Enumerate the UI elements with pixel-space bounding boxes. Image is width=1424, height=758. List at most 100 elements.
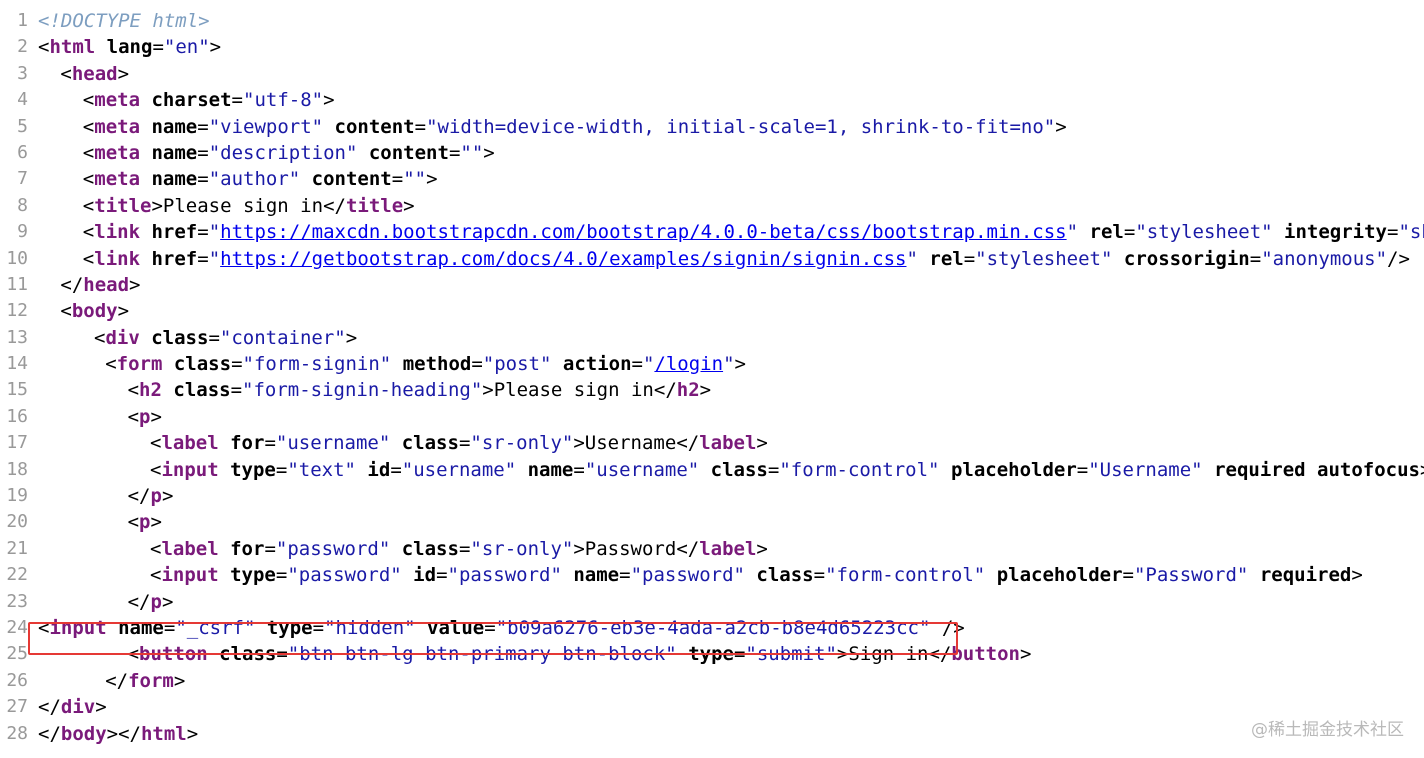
- code-lines: 1 <!DOCTYPE html> 2 <html lang="en"> 3 <head>…: [0, 8, 1424, 747]
- attribute-name: class: [173, 379, 231, 402]
- text-token: Please sign in: [162, 194, 324, 217]
- equals-token: =: [1123, 221, 1136, 244]
- bracket-token: <: [105, 353, 117, 376]
- attribute-value: "author": [208, 168, 301, 191]
- attribute-value: "post": [482, 353, 552, 376]
- line-number: 28: [6, 722, 28, 744]
- bracket-token: <: [82, 89, 95, 112]
- line-number: 4: [17, 89, 28, 111]
- attribute-name: value: [427, 616, 485, 639]
- code-text: <label for="password" class="sr-only">Pa…: [38, 536, 768, 562]
- code-text: <title>Please sign in</title>: [38, 193, 415, 219]
- attribute-value: "form-signin-heading": [242, 379, 483, 402]
- code-line: 14 <form class="form-signin" method="post…: [0, 351, 1424, 377]
- attribute-name: charset: [151, 89, 232, 112]
- bracket-token: </: [105, 669, 129, 692]
- bracket-token: </: [323, 194, 346, 217]
- code-line: 16 <p>: [0, 404, 1424, 430]
- equals-token: =: [471, 353, 483, 376]
- attribute-value: "stylesheet": [1135, 221, 1273, 244]
- tag-name: meta: [94, 168, 141, 191]
- attribute-value: "description": [208, 141, 358, 164]
- code-line: 17 <label for="username" class="sr-only">…: [0, 430, 1424, 456]
- code-line: 13 <div class="container">: [0, 325, 1424, 351]
- attribute-name: lang: [106, 36, 153, 59]
- bracket-token: >: [403, 194, 415, 217]
- url-link[interactable]: https://getbootstrap.com/docs/4.0/exampl…: [220, 248, 906, 270]
- attribute-name: type: [230, 564, 276, 587]
- bracket-token: </: [127, 485, 151, 508]
- bracket-token: <: [82, 168, 95, 191]
- code-text: <button class="btn btn-lg btn-primary bt…: [38, 641, 1032, 667]
- attribute-name: id: [413, 564, 437, 587]
- attribute-value: "Username": [1088, 458, 1203, 481]
- line-number: 14: [6, 353, 28, 375]
- attribute-value: "en": [163, 36, 210, 59]
- attribute-name: required: [1259, 564, 1352, 587]
- attribute-value: "username": [275, 432, 391, 455]
- equals-token: =: [631, 353, 643, 376]
- code-line: 4 <meta charset="utf-8">: [0, 87, 1424, 113]
- bracket-token: </: [38, 722, 61, 745]
- attribute-name: content: [334, 115, 415, 138]
- code-text: <p>: [38, 509, 162, 535]
- equals-token: =: [963, 247, 976, 270]
- line-number: 26: [6, 669, 28, 691]
- tag-name: html: [140, 722, 187, 745]
- line-number: 22: [6, 564, 28, 586]
- line-number: 13: [6, 326, 28, 348]
- code-line: 26 </form>: [0, 668, 1424, 694]
- url-link[interactable]: /login: [654, 353, 723, 375]
- equals-token: =: [231, 89, 243, 112]
- line-number: 6: [17, 141, 28, 163]
- tag-name: h2: [676, 379, 700, 402]
- tag-name: meta: [94, 115, 141, 138]
- bracket-token: >: [426, 168, 438, 191]
- code-line: 18 <input type="text" id="username" name=…: [0, 457, 1424, 483]
- bracket-token: >: [323, 89, 335, 112]
- bracket-token: >: [1351, 564, 1363, 587]
- code-line: 2 <html lang="en">: [0, 34, 1424, 60]
- bracket-token: >: [573, 537, 585, 560]
- line-number: 18: [6, 458, 28, 480]
- attribute-name: type: [230, 458, 276, 481]
- tag-name: body: [71, 300, 118, 323]
- doctype-token: <!DOCTYPE html>: [38, 10, 210, 32]
- code-text: <body>: [38, 298, 129, 324]
- attribute-name: type: [266, 616, 313, 639]
- tag-name: input: [161, 564, 219, 587]
- attribute-name: class: [151, 326, 209, 349]
- bracket-token: <: [60, 62, 72, 85]
- code-text: </head>: [38, 272, 140, 298]
- equals-token: =: [275, 564, 288, 587]
- text-token: Username: [584, 432, 677, 455]
- attribute-name: placeholder: [950, 458, 1077, 481]
- url-link[interactable]: https://maxcdn.bootstrapcdn.com/bootstra…: [220, 221, 1066, 243]
- attribute-value: "utf-8": [243, 89, 324, 112]
- text-token: Password: [584, 537, 677, 560]
- text-token: Please sign in: [493, 379, 654, 402]
- code-text: </div>: [38, 694, 107, 720]
- bracket-token: >: [150, 405, 162, 428]
- code-line: 23 </p>: [0, 589, 1424, 615]
- bracket-token: ></: [106, 722, 141, 745]
- equals-token: =: [390, 458, 402, 481]
- bracket-token: >: [699, 379, 712, 402]
- code-line: 6 <meta name="description" content="">: [0, 140, 1424, 166]
- line-number: 9: [17, 221, 28, 243]
